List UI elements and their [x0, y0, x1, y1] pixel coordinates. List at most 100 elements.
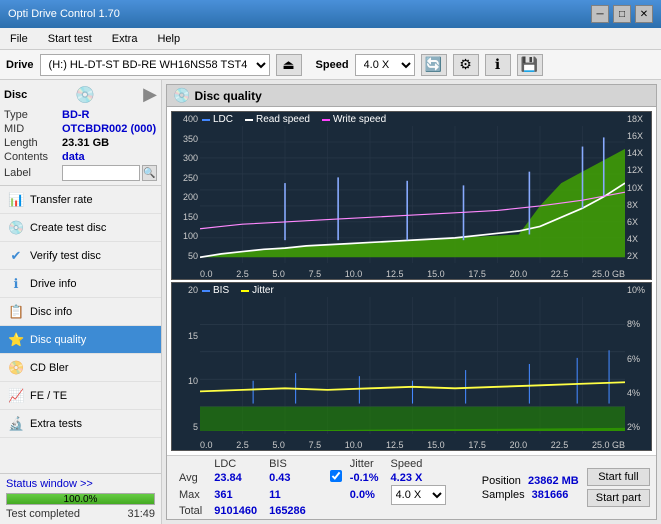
legend-ldc: LDC	[202, 114, 233, 125]
settings-button[interactable]: ⚙	[453, 54, 479, 76]
chart-ldc: LDC Read speed Write speed 400	[171, 111, 652, 280]
drive-select[interactable]: (H:) HL-DT-ST BD-RE WH16NS58 TST4	[40, 54, 270, 76]
charts-container: LDC Read speed Write speed 400	[167, 107, 656, 455]
disc-icon: 💿	[75, 85, 95, 105]
type-value: BD-R	[62, 109, 90, 121]
status-area: Status window >> 100.0% Test completed 3…	[0, 473, 161, 524]
mid-value: OTCBDR002 (000)	[62, 123, 156, 135]
contents-label: Contents	[4, 151, 62, 163]
nav-fe-te[interactable]: 📈 FE / TE	[0, 382, 161, 410]
nav-transfer-rate[interactable]: 📊 Transfer rate	[0, 186, 161, 214]
nav-drive-info-label: Drive info	[30, 278, 76, 290]
max-row-label: Max	[173, 485, 208, 505]
drive-label: Drive	[6, 59, 34, 71]
nav-verify-test-disc[interactable]: ✔ Verify test disc	[0, 242, 161, 270]
menu-help[interactable]: Help	[151, 31, 186, 47]
nav-create-test-disc-label: Create test disc	[30, 222, 106, 234]
legend-write-speed-label: Write speed	[333, 114, 386, 125]
start-buttons: Start full Start part	[587, 468, 650, 507]
main-layout: Disc 💿 ▶ Type BD-R MID OTCBDR002 (000) L…	[0, 80, 661, 524]
menu-file[interactable]: File	[4, 31, 34, 47]
disc-info-icon: 📋	[8, 304, 24, 320]
speed-select[interactable]: 4.0 X	[355, 54, 415, 76]
nav-cd-bler-label: CD Bler	[30, 362, 69, 374]
chart-bis: BIS Jitter 20 15 10 5 10%	[171, 282, 652, 451]
bis-total: 165286	[263, 505, 312, 517]
transfer-rate-icon: 📊	[8, 192, 24, 208]
nav-disc-quality-label: Disc quality	[30, 334, 86, 346]
titlebar-title: Opti Drive Control 1.70	[8, 8, 120, 20]
menu-extra[interactable]: Extra	[106, 31, 144, 47]
mid-label: MID	[4, 123, 62, 135]
contents-value: data	[62, 151, 85, 163]
speed-label: Speed	[316, 59, 349, 71]
jitter-max: 0.0%	[344, 485, 385, 505]
nav-cd-bler[interactable]: 📀 CD Bler	[0, 354, 161, 382]
samples-val: 381666	[532, 489, 569, 501]
legend-bis: BIS	[202, 285, 229, 296]
titlebar: Opti Drive Control 1.70 ─ □ ✕	[0, 0, 661, 28]
nav-extra-tests-label: Extra tests	[30, 418, 82, 430]
avg-row-label: Avg	[173, 470, 208, 485]
length-label: Length	[4, 137, 62, 149]
samples-label: Samples	[482, 489, 525, 501]
start-part-button[interactable]: Start part	[587, 489, 650, 507]
chart2-legend: BIS Jitter	[202, 285, 274, 296]
info-button[interactable]: ℹ	[485, 54, 511, 76]
drivebar: Drive (H:) HL-DT-ST BD-RE WH16NS58 TST4 …	[0, 50, 661, 80]
chart1-y-left: 400 350 300 250 200 150 100 50	[172, 112, 200, 261]
status-progress-bar: 100.0%	[6, 493, 155, 505]
ldc-max: 361	[208, 485, 263, 505]
nav-disc-quality[interactable]: ⭐ Disc quality	[0, 326, 161, 354]
jitter-col-header: Jitter	[344, 458, 385, 470]
start-full-button[interactable]: Start full	[587, 468, 650, 486]
ldc-avg: 23.84	[208, 470, 263, 485]
close-button[interactable]: ✕	[635, 5, 653, 23]
refresh-button[interactable]: 🔄	[421, 54, 447, 76]
nav-transfer-rate-label: Transfer rate	[30, 194, 93, 206]
minimize-button[interactable]: ─	[591, 5, 609, 23]
extra-tests-icon: 🔬	[8, 416, 24, 432]
legend-jitter: Jitter	[241, 285, 274, 296]
eject-button[interactable]: ⏏	[276, 54, 302, 76]
stats-row: LDC BIS Jitter Speed Avg 23.84 0.43	[167, 455, 656, 519]
label-label: Label	[4, 167, 62, 179]
menubar: File Start test Extra Help	[0, 28, 661, 50]
menu-start-test[interactable]: Start test	[42, 31, 98, 47]
jitter-checkbox[interactable]	[330, 470, 342, 482]
verify-test-disc-icon: ✔	[8, 248, 24, 264]
nav-extra-tests[interactable]: 🔬 Extra tests	[0, 410, 161, 438]
position-val: 23862 MB	[528, 475, 579, 487]
chart2-y-right: 10% 8% 6% 4% 2%	[625, 283, 651, 432]
speed-col-header: Speed	[385, 458, 452, 470]
nav-create-test-disc[interactable]: 💿 Create test disc	[0, 214, 161, 242]
length-value: 23.31 GB	[62, 137, 109, 149]
nav-disc-info[interactable]: 📋 Disc info	[0, 298, 161, 326]
status-time: 31:49	[127, 508, 155, 520]
maximize-button[interactable]: □	[613, 5, 631, 23]
dq-header-icon: 💿	[173, 87, 190, 104]
chart2-canvas	[200, 297, 625, 434]
fe-te-icon: 📈	[8, 388, 24, 404]
ldc-col-header: LDC	[208, 458, 263, 470]
type-label: Type	[4, 109, 62, 121]
nav-disc-info-label: Disc info	[30, 306, 72, 318]
chart1-canvas	[200, 126, 625, 263]
stats-table: LDC BIS Jitter Speed Avg 23.84 0.43	[173, 458, 474, 517]
status-bottom: Test completed 31:49	[6, 508, 155, 520]
jitter-avg: -0.1%	[344, 470, 385, 485]
dq-header: 💿 Disc quality	[167, 85, 656, 107]
label-search-button[interactable]: 🔍	[142, 165, 157, 181]
save-button[interactable]: 💾	[517, 54, 543, 76]
cd-bler-icon: 📀	[8, 360, 24, 376]
legend-read-speed-label: Read speed	[256, 114, 310, 125]
content-area: 💿 Disc quality LDC Read speed	[162, 80, 661, 524]
speed-val: 4.23 X	[385, 470, 452, 485]
bis-avg: 0.43	[263, 470, 312, 485]
speed-select-stats[interactable]: 4.0 X	[391, 485, 446, 505]
chart2-x-axis: 0.0 2.5 5.0 7.5 10.0 12.5 15.0 17.5 20.0…	[200, 434, 625, 450]
disc-panel: Disc 💿 ▶ Type BD-R MID OTCBDR002 (000) L…	[0, 80, 161, 186]
label-input[interactable]	[62, 165, 140, 181]
nav-drive-info[interactable]: ℹ Drive info	[0, 270, 161, 298]
status-window-link[interactable]: Status window >>	[6, 478, 93, 490]
